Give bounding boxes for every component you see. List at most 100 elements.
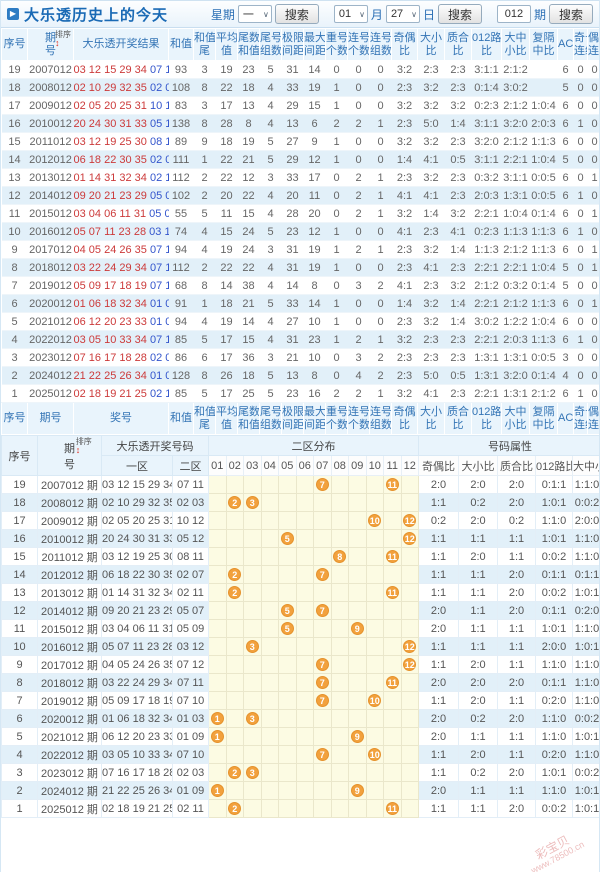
ball-dist-cell	[278, 763, 297, 782]
stat-cell: 31	[281, 240, 304, 259]
week-search-button[interactable]: 搜索	[274, 4, 319, 24]
ball-dist-cell	[260, 583, 279, 602]
ball-dist-cell	[225, 673, 244, 692]
table-row: 13201301201 14 31 32 34 02 1111222212333…	[1, 168, 599, 187]
ball-dist-cell	[225, 709, 244, 728]
stat-cell: 8	[193, 276, 216, 295]
seq-cell: 18	[1, 493, 38, 512]
stat-cell: 24	[237, 222, 260, 241]
stat-cell: 23	[281, 384, 304, 403]
stat-cell: 5	[259, 384, 282, 403]
back-numbers: 07 12	[149, 243, 169, 256]
stat-cell: 12	[303, 222, 326, 241]
stat-cell: 1	[369, 186, 392, 205]
stat-cell: 3:2:0	[501, 366, 530, 385]
attr-cell: 1:1:0	[572, 655, 599, 674]
seq-cell: 17	[1, 511, 38, 530]
stat-cell: 0	[325, 60, 348, 79]
stat-cell: 27	[281, 312, 304, 331]
ball-dist-cell	[260, 637, 279, 656]
zone1-numbers-cell: 03 04 06 11 31	[101, 619, 173, 638]
stat-cell: 4	[193, 240, 216, 259]
ball-dist-cell: 2	[225, 493, 244, 512]
column-header: 和值	[168, 28, 194, 61]
sort-control[interactable]: 排序 ↕	[55, 31, 71, 48]
zone2-numbers-cell: 05 12	[172, 529, 209, 548]
ball-dist-cell: 3	[243, 637, 262, 656]
draw-result-cell: 09 20 21 23 29 05 07	[73, 186, 169, 205]
attr-cell: 0:1:1	[535, 475, 573, 494]
stat-cell: 4	[259, 114, 282, 133]
attr-cell: 1:0:1	[572, 781, 599, 800]
stat-cell: 2:3	[444, 78, 472, 97]
stat-cell: 4:1	[444, 222, 472, 241]
zone2-ball: 12	[403, 640, 417, 653]
column-header: 偶号连续	[587, 28, 599, 61]
attr-cell: 0:0:2	[572, 763, 599, 782]
week-select[interactable]: 一 ∨	[237, 5, 272, 23]
ball-dist-cell	[225, 547, 244, 566]
stat-cell: 6	[557, 222, 574, 241]
issue-cell: 2021012	[27, 312, 74, 331]
attr-cell: 2:0	[497, 799, 536, 818]
issue-cell: 2016012	[27, 222, 74, 241]
zone2-ball: 7	[315, 568, 329, 581]
stat-cell: 102	[168, 186, 194, 205]
ball-dist-cell	[260, 799, 279, 818]
stat-cell: 0:0:5	[529, 186, 558, 205]
seq-cell: 11	[1, 619, 38, 638]
stat-cell: 1	[325, 240, 348, 259]
ball-dist-cell	[278, 655, 297, 674]
stat-cell: 6	[557, 96, 574, 115]
zone2-ball: 11	[385, 550, 399, 563]
ball-dist-cell	[243, 583, 262, 602]
stat-cell: 1:2:2	[501, 312, 530, 331]
stat-cell: 2	[325, 384, 348, 403]
ball-dist-cell	[260, 547, 279, 566]
day-select[interactable]: 27 ∨	[385, 5, 420, 23]
attr-cell: 1:1	[418, 529, 459, 548]
stat-cell: 4:1	[391, 276, 418, 295]
draw-result-cell: 05 07 11 23 28 03 12	[73, 222, 169, 241]
stat-cell: 3	[347, 348, 370, 367]
stat-cell: 28	[215, 114, 238, 133]
ball-dist-cell	[400, 475, 419, 494]
stat-cell: 0	[587, 78, 599, 97]
stat-cell: 2	[193, 168, 216, 187]
table-row: 9 2017012 期 04 05 24 26 35 07 12 7 12 1:1 2:0 1:…	[1, 655, 599, 674]
stat-cell: 6	[557, 294, 574, 313]
ball-dist-cell	[225, 655, 244, 674]
column-header-ballcol: 01	[208, 455, 227, 476]
sort-arrow-icon[interactable]: ↕	[55, 39, 71, 48]
stat-cell: 2:3	[417, 348, 445, 367]
sort-arrow-icon[interactable]: ↕	[76, 446, 92, 455]
sort-control[interactable]: 排序 ↕	[76, 438, 92, 455]
issue-search-button[interactable]: 搜索	[548, 4, 593, 24]
ball-dist-cell	[330, 727, 349, 746]
stat-cell: 2:3	[444, 258, 472, 277]
stat-cell: 1	[369, 204, 392, 223]
table-row: 14 2012012 期 06 18 22 30 35 02 07 2 7 1:1 1:1 2:…	[1, 565, 599, 584]
month-select[interactable]: 01 ∨	[333, 5, 368, 23]
date-search-button[interactable]: 搜索	[437, 4, 482, 24]
zone2-ball: 3	[245, 712, 259, 725]
stat-cell: 22	[237, 186, 260, 205]
zone2-ball: 11	[385, 478, 399, 491]
stat-cell: 4	[347, 366, 370, 385]
zone2-ball: 10	[368, 694, 382, 707]
stat-cell: 2:3	[391, 168, 418, 187]
column-header-attr: 大小比	[458, 455, 498, 476]
seq-cell: 5	[1, 727, 38, 746]
ball-dist-cell	[400, 745, 419, 764]
stat-cell: 0:0:5	[529, 168, 558, 187]
page-container: ▶ 大乐透历史上的今天 星期 一∨ 搜索 01∨ 月 27∨ 日 搜索 期 搜索…	[0, 0, 600, 872]
issue-input[interactable]	[496, 5, 531, 23]
stat-cell: 31	[281, 258, 304, 277]
column-header: 奇偶比	[391, 28, 418, 61]
stat-cell: 2:1:2	[529, 384, 558, 403]
stat-cell: 0	[325, 204, 348, 223]
issue-cell: 2019012 期	[37, 691, 102, 710]
ball-dist-cell	[330, 691, 349, 710]
seq-cell: 17	[1, 96, 28, 115]
attr-cell: 1:1	[418, 763, 459, 782]
